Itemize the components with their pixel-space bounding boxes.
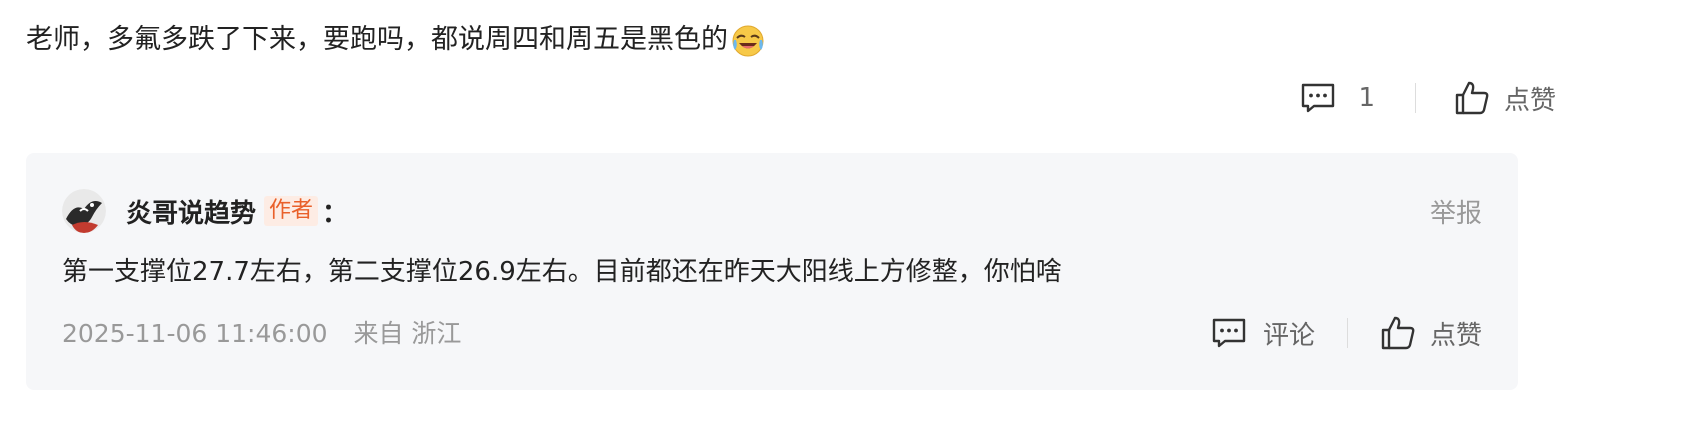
reply-meta: 2025-11-06 11:46:00 来自 浙江	[62, 317, 461, 351]
action-divider	[1414, 83, 1416, 113]
comment-reply-button[interactable]: 1	[1300, 80, 1375, 116]
thumbs-up-icon	[1455, 81, 1489, 115]
avatar[interactable]	[62, 189, 106, 233]
comment-thread: 老师，多氟多跌了下来，要跑吗，都说周四和周五是黑色的 1 点赞 炎哥说趋势 作者…	[0, 0, 1686, 422]
laughing-crying-emoji-icon	[732, 25, 764, 57]
author-reply: 炎哥说趋势 作者 ： 举报 第一支撑位27.7左右，第二支撑位26.9左右。目前…	[26, 153, 1518, 390]
reply-comment-label: 评论	[1262, 320, 1315, 351]
reply-text: 第一支撑位27.7左右，第二支撑位26.9左右。目前都还在昨天大阳线上方修整，你…	[62, 257, 1062, 287]
comment-like-button[interactable]: 点赞	[1454, 80, 1556, 117]
like-label: 点赞	[1503, 85, 1556, 116]
reply-timestamp: 2025-11-06 11:46:00	[62, 319, 328, 348]
comment-actions: 1 点赞	[1300, 78, 1556, 118]
author-name[interactable]: 炎哥说趋势	[126, 193, 256, 230]
reply-location: 来自 浙江	[353, 319, 462, 348]
reply-count: 1	[1358, 83, 1375, 113]
comment-bubble-icon	[1212, 318, 1246, 348]
comment-text: 老师，多氟多跌了下来，要跑吗，都说周四和周五是黑色的	[26, 24, 728, 55]
reply-comment-button[interactable]: 评论	[1211, 315, 1315, 352]
reply-like-button[interactable]: 点赞	[1380, 315, 1482, 352]
comment-body: 老师，多氟多跌了下来，要跑吗，都说周四和周五是黑色的	[26, 22, 766, 58]
author-avatar-image	[62, 189, 106, 233]
reply-header: 炎哥说趋势 作者 ：	[62, 189, 348, 233]
report-link[interactable]: 举报	[1430, 193, 1482, 230]
author-colon: ：	[322, 198, 349, 229]
author-badge: 作者	[264, 196, 319, 226]
action-divider	[1346, 318, 1348, 348]
comment-bubble-icon	[1302, 83, 1335, 113]
reply-like-label: 点赞	[1429, 320, 1482, 351]
reply-actions: 评论 点赞	[1211, 313, 1482, 353]
thumbs-up-icon	[1381, 316, 1415, 350]
